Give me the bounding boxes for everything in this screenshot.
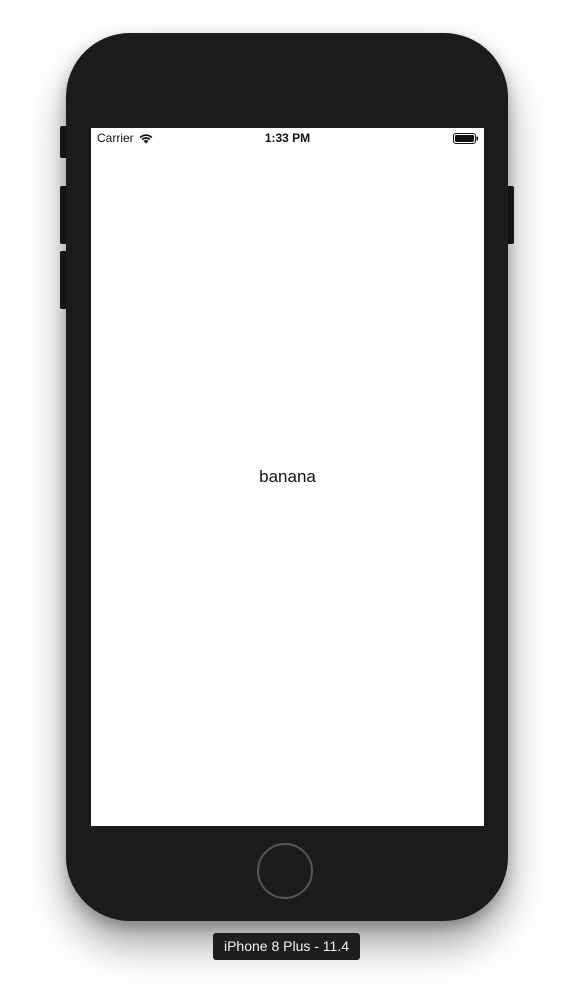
content-label: banana [259, 467, 316, 486]
status-bar: Carrier 1:33 PM [91, 128, 484, 148]
simulator-stage: Carrier 1:33 PM banana iPhone 8 Plus - 1… [0, 0, 574, 1002]
device-name-label: iPhone 8 Plus - 11.4 [213, 933, 360, 960]
home-button[interactable] [257, 843, 313, 899]
status-time: 1:33 PM [264, 131, 311, 145]
device-screen[interactable]: Carrier 1:33 PM banana [91, 128, 484, 826]
battery-full-icon [453, 133, 479, 144]
